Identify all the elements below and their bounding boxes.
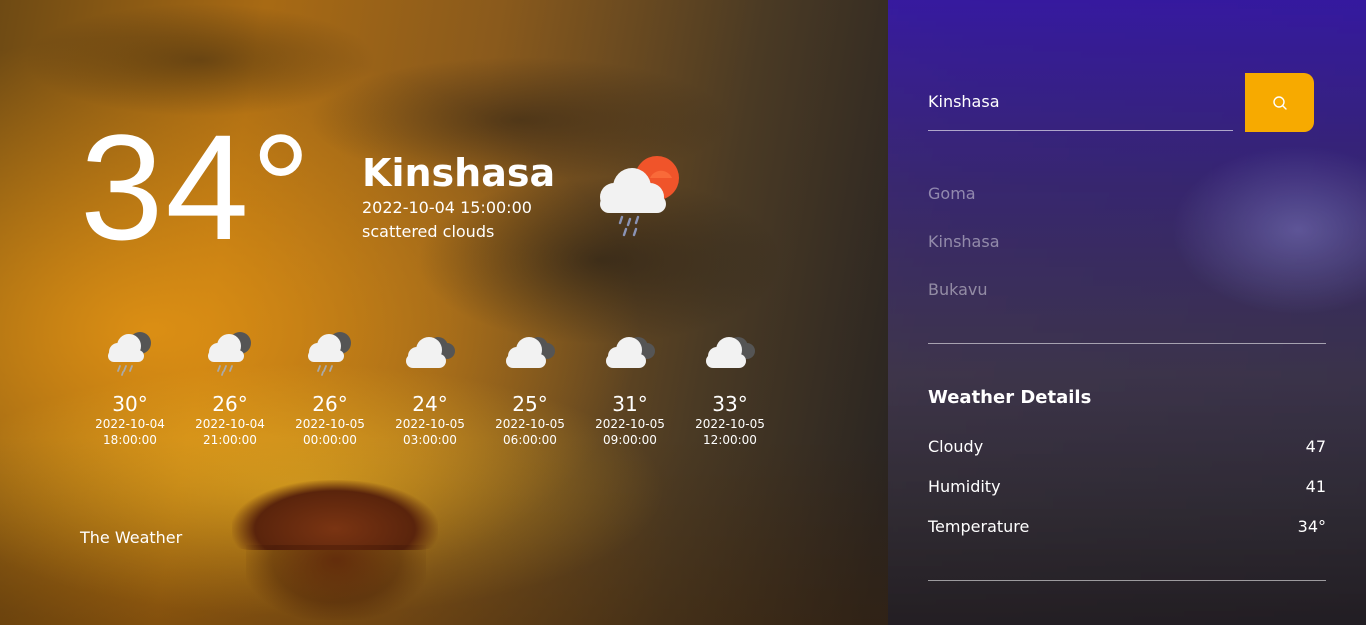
forecast-date: 2022-10-05 (395, 417, 465, 431)
search-icon (1272, 95, 1287, 110)
detail-row-humidity: Humidity 41 (928, 475, 1326, 499)
search-bar (928, 73, 1314, 133)
forecast-item: 33° 2022-10-05 12:00:00 (680, 325, 780, 448)
city-list-item[interactable]: Goma (928, 182, 1326, 206)
weather-details: Cloudy 47 Humidity 41 Temperature 34° (928, 435, 1326, 555)
forecast-temperature: 30° (112, 392, 148, 416)
forecast-time: 03:00:00 (403, 433, 457, 447)
cloudy-icon (506, 337, 555, 368)
detail-value: 47 (1305, 437, 1326, 456)
forecast-item: 30° 2022-10-04 18:00:00 (80, 325, 180, 448)
forecast-time: 00:00:00 (303, 433, 357, 447)
forecast-date: 2022-10-04 (195, 417, 265, 431)
detail-value: 41 (1305, 477, 1326, 496)
divider (928, 580, 1326, 581)
detail-value: 34° (1297, 517, 1326, 536)
current-description: scattered clouds (362, 222, 495, 241)
forecast-time: 09:00:00 (603, 433, 657, 447)
city-list-item[interactable]: Kinshasa (928, 230, 1326, 254)
forecast-temperature: 33° (712, 392, 748, 416)
forecast-date: 2022-10-04 (95, 417, 165, 431)
detail-row-cloudy: Cloudy 47 (928, 435, 1326, 459)
search-button[interactable] (1245, 73, 1314, 132)
cloudy-icon (406, 337, 455, 368)
cloud-rain-icon (308, 332, 351, 376)
forecast-temperature: 26° (212, 392, 248, 416)
divider (928, 343, 1326, 344)
detail-label: Humidity (928, 477, 1001, 496)
forecast-date: 2022-10-05 (695, 417, 765, 431)
forecast-item: 26° 2022-10-04 21:00:00 (180, 325, 280, 448)
cloud-rain-icon (108, 332, 151, 376)
background-island-reflection (246, 545, 426, 620)
brand-logo-text[interactable]: The Weather (80, 528, 182, 548)
forecast-time: 12:00:00 (703, 433, 757, 447)
forecast-item: 25° 2022-10-05 06:00:00 (480, 325, 580, 448)
forecast-time: 18:00:00 (103, 433, 157, 447)
forecast-date: 2022-10-05 (295, 417, 365, 431)
cloud-rain-icon (208, 332, 251, 376)
cloudy-icon (606, 337, 655, 368)
forecast-temperature: 26° (312, 392, 348, 416)
cloud-sun-rain-icon (600, 156, 679, 237)
hourly-forecast: 30° 2022-10-04 18:00:00 26° 2022-10-04 2… (80, 325, 780, 448)
forecast-time: 06:00:00 (503, 433, 557, 447)
side-panel: Goma Kinshasa Bukavu Weather Details Clo… (888, 0, 1366, 625)
background-island (232, 480, 438, 550)
forecast-item: 24° 2022-10-05 03:00:00 (380, 325, 480, 448)
search-input[interactable] (928, 73, 1233, 131)
current-city-name: Kinshasa (362, 151, 556, 195)
forecast-temperature: 25° (512, 392, 548, 416)
weather-details-title: Weather Details (928, 387, 1092, 408)
forecast-temperature: 24° (412, 392, 448, 416)
detail-label: Temperature (928, 517, 1030, 536)
forecast-date: 2022-10-05 (595, 417, 665, 431)
city-list-item[interactable]: Bukavu (928, 278, 1326, 302)
forecast-temperature: 31° (612, 392, 648, 416)
forecast-item: 26° 2022-10-05 00:00:00 (280, 325, 380, 448)
forecast-date: 2022-10-05 (495, 417, 565, 431)
detail-row-temperature: Temperature 34° (928, 515, 1326, 539)
detail-label: Cloudy (928, 437, 984, 456)
current-location-block: Kinshasa 2022-10-04 15:00:00 scattered c… (362, 150, 555, 244)
forecast-item: 31° 2022-10-05 09:00:00 (580, 325, 680, 448)
current-datetime: 2022-10-04 15:00:00 (362, 198, 532, 217)
cloudy-icon (706, 337, 755, 368)
city-list: Goma Kinshasa Bukavu (928, 182, 1326, 326)
current-temperature: 34° (80, 103, 313, 271)
forecast-time: 21:00:00 (203, 433, 257, 447)
